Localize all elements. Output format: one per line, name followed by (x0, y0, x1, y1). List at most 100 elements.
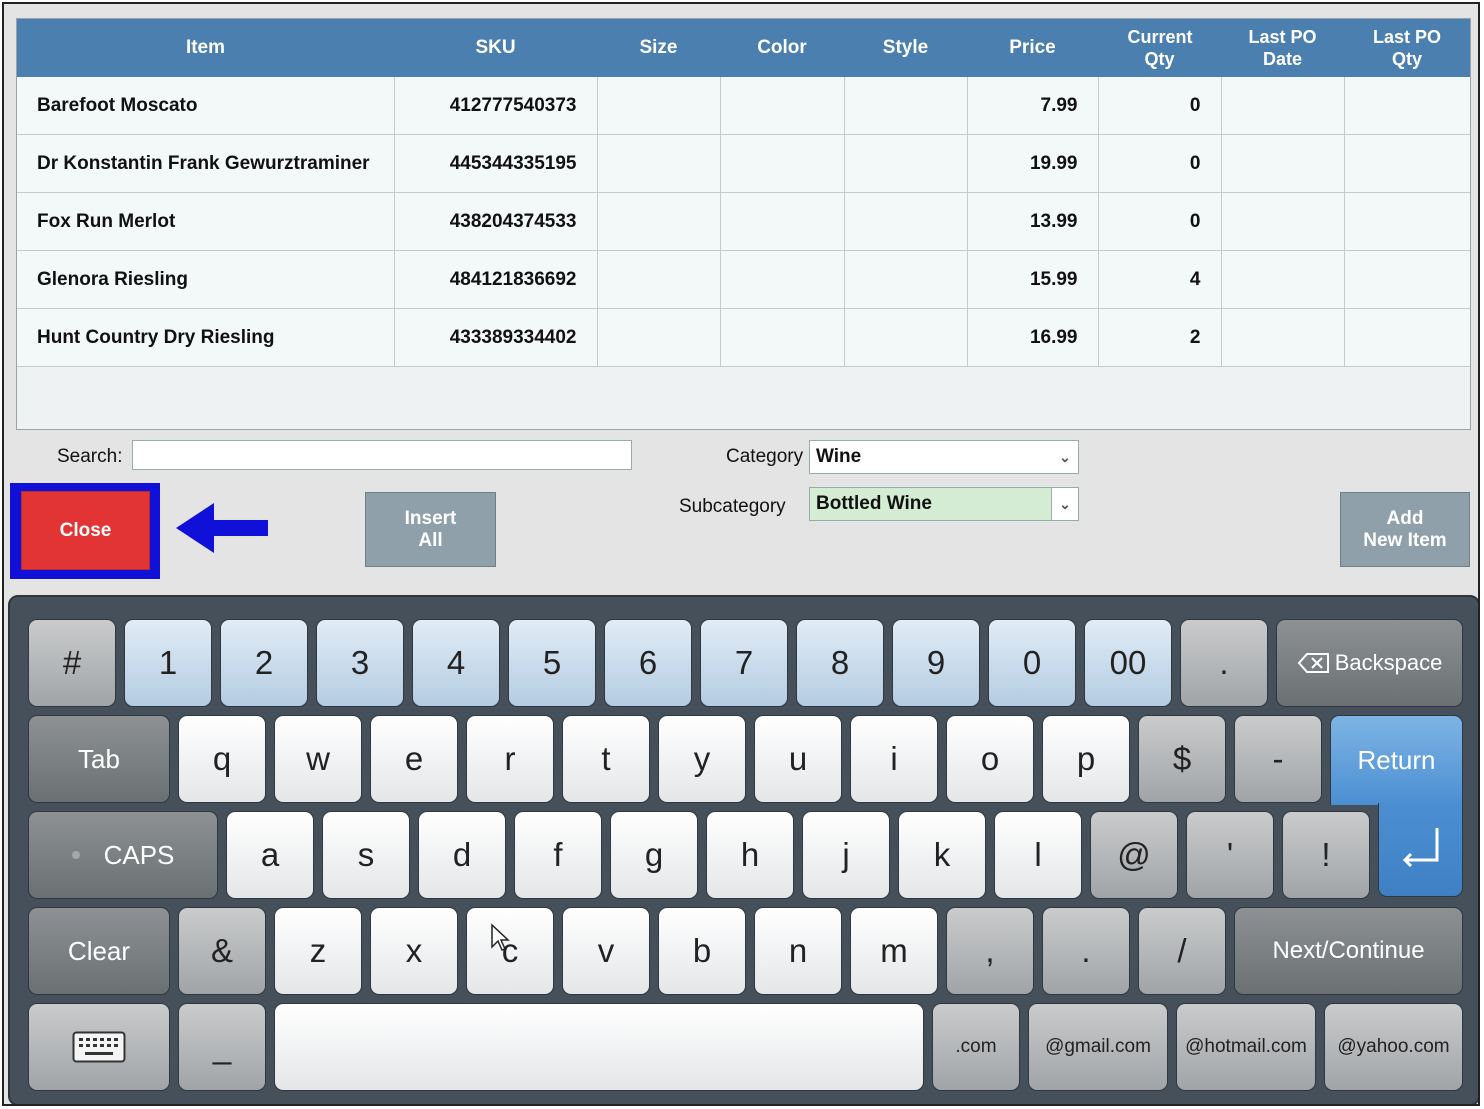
return-key[interactable]: Return (1330, 715, 1463, 805)
key-hash[interactable]: # (28, 619, 116, 707)
key-v[interactable]: v (562, 907, 650, 995)
key-dot[interactable]: . (1042, 907, 1130, 995)
key-s[interactable]: s (322, 811, 410, 899)
key-yahoo[interactable]: @yahoo.com (1324, 1003, 1463, 1091)
col-item[interactable]: Item (17, 19, 394, 77)
key-u[interactable]: u (754, 715, 842, 803)
key-n[interactable]: n (754, 907, 842, 995)
key-1[interactable]: 1 (124, 619, 212, 707)
key-6[interactable]: 6 (604, 619, 692, 707)
key-8[interactable]: 8 (796, 619, 884, 707)
keyboard-toggle-key[interactable] (28, 1003, 170, 1091)
key-d[interactable]: d (418, 811, 506, 899)
tab-key[interactable]: Tab (28, 715, 170, 803)
col-current-qty-label: Current Qty (1127, 27, 1193, 69)
key-7[interactable]: 7 (700, 619, 788, 707)
table-row[interactable]: Dr Konstantin Frank Gewurztraminer 44534… (17, 134, 1470, 193)
key-00[interactable]: 00 (1084, 619, 1172, 707)
table-row[interactable]: Barefoot Moscato 412777540373 7.99 0 (17, 77, 1470, 135)
cell-style (844, 134, 968, 193)
cell-color (720, 308, 845, 367)
key-slash[interactable]: / (1138, 907, 1226, 995)
key-at[interactable]: @ (1090, 811, 1178, 899)
table-row[interactable]: Glenora Riesling 484121836692 15.99 4 (17, 250, 1470, 309)
key-h[interactable]: h (706, 811, 794, 899)
key-comma[interactable]: , (946, 907, 1034, 995)
key-f[interactable]: f (514, 811, 602, 899)
col-price[interactable]: Price (967, 19, 1098, 77)
key-gmail[interactable]: @gmail.com (1028, 1003, 1168, 1091)
col-current-qty[interactable]: Current Qty (1098, 19, 1221, 77)
key-t[interactable]: t (562, 715, 650, 803)
key-k[interactable]: k (898, 811, 986, 899)
key-r[interactable]: r (466, 715, 554, 803)
key-g[interactable]: g (610, 811, 698, 899)
cell-price: 15.99 (967, 250, 1099, 309)
backspace-key[interactable]: Backspace (1276, 619, 1463, 707)
add-new-item-label-line2: New Item (1363, 529, 1447, 551)
col-size[interactable]: Size (597, 19, 720, 77)
key-l[interactable]: l (994, 811, 1082, 899)
close-button[interactable]: Close (21, 491, 150, 570)
table-row[interactable]: Fox Run Merlot 438204374533 13.99 0 (17, 192, 1470, 251)
cell-style (844, 250, 968, 309)
key-e[interactable]: e (370, 715, 458, 803)
key-3[interactable]: 3 (316, 619, 404, 707)
key-z[interactable]: z (274, 907, 362, 995)
cell-last-po-date (1221, 134, 1345, 193)
cell-size (597, 250, 721, 309)
col-last-po-date[interactable]: Last PO Date (1221, 19, 1344, 77)
subcategory-select[interactable]: Bottled Wine ⌄ (809, 487, 1079, 521)
insert-all-button[interactable]: Insert All (365, 492, 496, 567)
key-j[interactable]: j (802, 811, 890, 899)
return-key-lower[interactable] (1378, 803, 1463, 897)
category-select[interactable]: Wine ⌄ (809, 440, 1079, 474)
cell-style (844, 77, 968, 135)
cell-item: Hunt Country Dry Riesling (17, 308, 395, 367)
key-2[interactable]: 2 (220, 619, 308, 707)
cell-last-po-date (1221, 192, 1345, 251)
col-sku[interactable]: SKU (394, 19, 597, 77)
next-continue-key[interactable]: Next/Continue (1234, 907, 1463, 995)
key-9[interactable]: 9 (892, 619, 980, 707)
key-a[interactable]: a (226, 811, 314, 899)
key-c[interactable]: c (466, 907, 554, 995)
key-hotmail[interactable]: @hotmail.com (1176, 1003, 1316, 1091)
key-0[interactable]: 0 (988, 619, 1076, 707)
key-ampersand[interactable]: & (178, 907, 266, 995)
spacebar-key[interactable] (274, 1003, 924, 1091)
key-underscore[interactable]: _ (178, 1003, 266, 1091)
key-w[interactable]: w (274, 715, 362, 803)
key-i[interactable]: i (850, 715, 938, 803)
col-last-po-qty[interactable]: Last PO Qty (1344, 19, 1470, 77)
cell-style (844, 192, 968, 251)
cell-last-po-qty (1344, 134, 1470, 193)
key-b[interactable]: b (658, 907, 746, 995)
col-color[interactable]: Color (720, 19, 844, 77)
key-m[interactable]: m (850, 907, 938, 995)
key-q[interactable]: q (178, 715, 266, 803)
key-apostrophe[interactable]: ' (1186, 811, 1274, 899)
key-o[interactable]: o (946, 715, 1034, 803)
insert-all-label: Insert All (405, 508, 457, 552)
table-row[interactable]: Hunt Country Dry Riesling 433389334402 1… (17, 308, 1470, 367)
key-dollar[interactable]: $ (1138, 715, 1226, 803)
cell-item: Barefoot Moscato (17, 77, 395, 135)
caps-key[interactable]: CAPS (28, 811, 218, 899)
cell-price: 19.99 (967, 134, 1099, 193)
key-exclamation[interactable]: ! (1282, 811, 1370, 899)
key-dash[interactable]: - (1234, 715, 1322, 803)
key-x[interactable]: x (370, 907, 458, 995)
clear-key[interactable]: Clear (28, 907, 170, 995)
key-period[interactable]: . (1180, 619, 1268, 707)
key-dot-com[interactable]: .com (932, 1003, 1020, 1091)
add-new-item-button[interactable]: Add New Item (1340, 492, 1470, 567)
col-style[interactable]: Style (844, 19, 967, 77)
key-5[interactable]: 5 (508, 619, 596, 707)
key-p[interactable]: p (1042, 715, 1130, 803)
cell-sku: 433389334402 (394, 308, 598, 367)
chevron-down-icon: ⌄ (1059, 449, 1071, 465)
key-4[interactable]: 4 (412, 619, 500, 707)
search-input[interactable] (132, 440, 632, 470)
key-y[interactable]: y (658, 715, 746, 803)
